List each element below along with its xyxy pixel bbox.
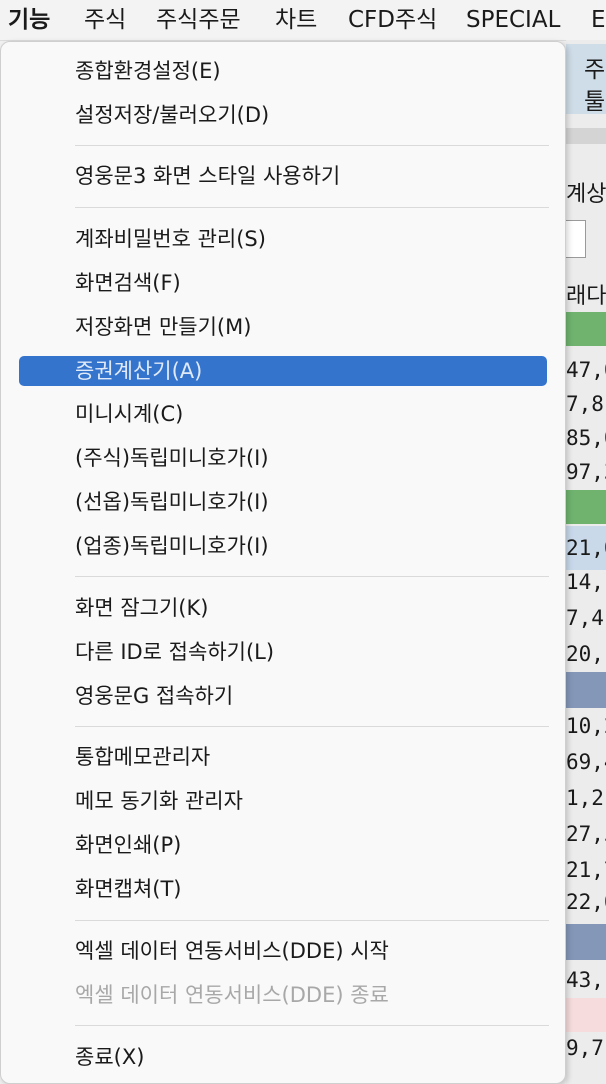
menu-cfd-stock[interactable]: CFD주식	[348, 0, 437, 40]
table-row: 22,0	[566, 890, 606, 914]
menu-item-memo-manager[interactable]: 통합메모관리자	[19, 742, 547, 772]
menu-stock-order[interactable]: 주식주문	[156, 0, 241, 40]
menu-item-connect-hero-g[interactable]: 영웅문G 접속하기	[19, 681, 547, 711]
menu-item-general-settings[interactable]: 종합환경설정(E)	[19, 56, 547, 86]
background-blue-band	[566, 672, 606, 708]
menu-item-hero3-style[interactable]: 영웅문3 화면 스타일 사용하기	[19, 161, 547, 191]
function-dropdown-menu: 종합환경설정(E) 설정저장/불러오기(D) 영웅문3 화면 스타일 사용하기 …	[0, 41, 566, 1084]
menu-separator	[75, 145, 549, 146]
menu-item-dde-start[interactable]: 엑셀 데이터 연동서비스(DDE) 시작	[19, 936, 547, 966]
menu-separator	[75, 920, 549, 921]
table-row: 43,	[566, 968, 604, 992]
background-label-a: 계상	[566, 182, 606, 207]
menu-item-securities-calculator[interactable]: 증권계산기(A)	[19, 356, 547, 386]
menu-stock[interactable]: 주식	[84, 0, 126, 40]
background-tab[interactable]: 주 툴	[566, 44, 606, 115]
menu-chart[interactable]: 차트	[275, 0, 317, 40]
table-row: 97,3	[566, 460, 606, 484]
menu-separator	[75, 1025, 549, 1026]
background-input[interactable]	[566, 220, 586, 258]
table-row: 9,7	[566, 1036, 604, 1060]
background-green-band	[566, 312, 606, 346]
menu-separator	[75, 726, 549, 727]
background-window: 주 툴 계상 래다 47,0 7,8 85,0 97,3 21,0 14, 7,…	[566, 40, 606, 1084]
menu-item-account-password[interactable]: 계좌비밀번호 관리(S)	[19, 224, 547, 254]
menu-item-save-load-settings[interactable]: 설정저장/불러오기(D)	[19, 100, 547, 130]
menu-item-memo-sync-manager[interactable]: 메모 동기화 관리자	[19, 786, 547, 816]
menu-item-screen-capture[interactable]: 화면캡쳐(T)	[19, 874, 547, 904]
menu-function[interactable]: 기능	[8, 0, 50, 40]
menu-e[interactable]: E	[591, 0, 606, 40]
menu-item-print-screen[interactable]: 화면인쇄(P)	[19, 830, 547, 860]
menu-item-futures-mini-quote[interactable]: (선옵)독립미니호가(I)	[19, 487, 547, 517]
menu-item-dde-stop: 엑셀 데이터 연동서비스(DDE) 종료	[75, 983, 389, 1007]
menu-separator	[75, 576, 549, 577]
menu-item-lock-screen[interactable]: 화면 잠그기(K)	[19, 593, 547, 623]
menu-item-login-other-id[interactable]: 다른 ID로 접속하기(L)	[19, 637, 547, 667]
menu-item-stock-mini-quote[interactable]: (주식)독립미니호가(I)	[19, 443, 547, 473]
background-green-band	[566, 490, 606, 524]
background-blue-band	[566, 924, 606, 960]
menu-item-create-saved-screen[interactable]: 저장화면 만들기(M)	[19, 312, 547, 342]
menu-special[interactable]: SPECIAL	[466, 0, 560, 40]
table-row: 20,	[566, 642, 604, 666]
menu-separator	[75, 207, 549, 208]
background-toolbar-strip	[566, 128, 606, 144]
menu-item-sector-mini-quote[interactable]: (업종)독립미니호가(I)	[19, 531, 547, 561]
menu-item-screen-search[interactable]: 화면검색(F)	[19, 268, 547, 298]
menu-bar: 기능 주식 주식주문 차트 CFD주식 SPECIAL E	[0, 0, 606, 41]
background-tab-line1: 주	[584, 57, 606, 83]
background-label-b: 래다	[566, 284, 606, 309]
menu-item-exit[interactable]: 종료(X)	[19, 1042, 547, 1072]
menu-item-mini-clock[interactable]: 미니시계(C)	[19, 399, 547, 429]
background-tab-line2: 툴	[584, 89, 606, 115]
